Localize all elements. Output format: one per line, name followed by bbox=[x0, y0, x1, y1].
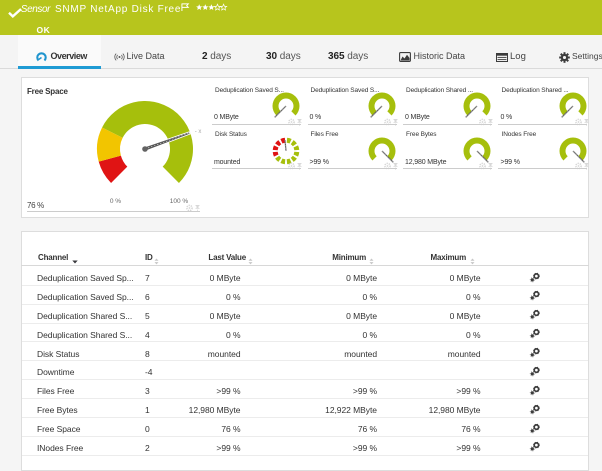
svg-text:- x: - x bbox=[195, 129, 202, 135]
